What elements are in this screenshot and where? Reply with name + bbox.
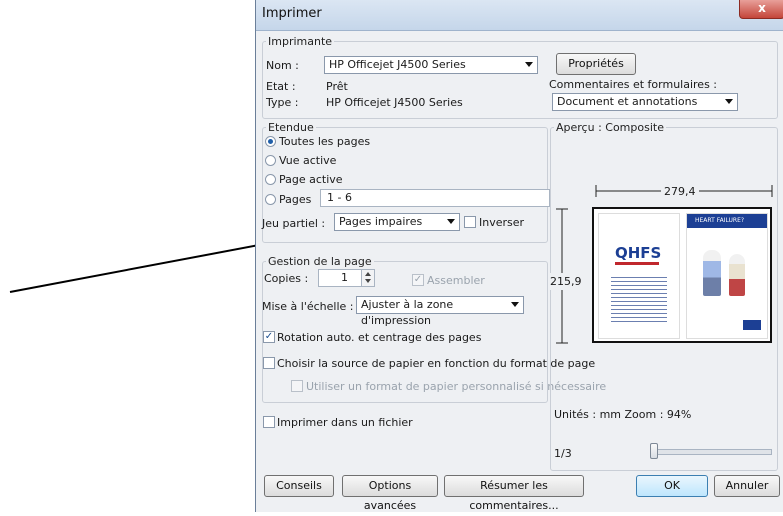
copies-input[interactable]: 1 xyxy=(318,269,362,287)
doc-figure-right xyxy=(729,254,745,296)
preview-label: Aperçu : Composite xyxy=(554,121,666,134)
active-view-label: Vue active xyxy=(279,154,337,167)
pages-radio[interactable] xyxy=(265,194,276,205)
printer-state-value: Prêt xyxy=(326,80,348,93)
advanced-options-button[interactable]: Options avancées xyxy=(342,475,438,512)
scaling-select[interactable]: Ajuster à la zone d'impression xyxy=(356,296,524,327)
printer-type-value: HP Officejet J4500 Series xyxy=(326,96,463,109)
printer-state-label: Etat : xyxy=(266,80,296,93)
reverse-label: Inverser xyxy=(479,216,525,229)
printer-name-value: HP Officejet J4500 Series xyxy=(329,58,466,71)
doc-header-text: HEART FAILURE? xyxy=(695,217,745,224)
printer-name-label: Nom : xyxy=(266,59,299,72)
range-group-label: Etendue xyxy=(266,121,316,134)
doc-left-panel: QHFS xyxy=(598,213,680,339)
page-handling-label: Gestion de la page xyxy=(266,255,374,268)
custom-paper-checkbox[interactable] xyxy=(291,380,303,392)
auto-rotate-label: Rotation auto. et centrage des pages xyxy=(277,331,482,344)
title-bar: Imprimer x xyxy=(256,0,783,31)
choose-source-checkbox[interactable] xyxy=(263,357,275,369)
dialog-body: Imprimante Nom : HP Officejet J4500 Seri… xyxy=(256,31,783,512)
page-slider[interactable] xyxy=(650,449,772,455)
chevron-down-icon xyxy=(511,302,519,307)
page-slider-thumb[interactable] xyxy=(650,443,658,459)
active-page-label: Page active xyxy=(279,173,343,186)
all-pages-label: Toutes les pages xyxy=(279,135,371,148)
dialog-title: Imprimer xyxy=(262,6,322,21)
properties-button[interactable]: Propriétés xyxy=(556,53,636,75)
page-indicator: 1/3 xyxy=(554,447,572,460)
collate-label: Assembler xyxy=(427,274,485,287)
subset-value: Pages impaires xyxy=(339,215,423,228)
copies-label: Copies : xyxy=(264,272,309,285)
collate-checkbox[interactable]: ✓ xyxy=(412,274,424,286)
choose-source-label: Choisir la source de papier en fonction … xyxy=(277,357,596,370)
copies-spinner[interactable] xyxy=(361,269,375,287)
doc-logo: QHFS xyxy=(615,244,662,262)
printer-name-select[interactable]: HP Officejet J4500 Series xyxy=(324,56,538,74)
cancel-button[interactable]: Annuler xyxy=(714,475,780,497)
pages-input[interactable]: 1 - 6 xyxy=(320,189,550,207)
all-pages-radio[interactable] xyxy=(265,136,276,147)
doc-logo-bar xyxy=(615,262,659,265)
doc-right-panel: HEART FAILURE? xyxy=(686,213,768,339)
subset-select[interactable]: Pages impaires xyxy=(334,213,460,231)
ok-button[interactable]: OK xyxy=(636,475,708,497)
print-to-file-checkbox[interactable] xyxy=(263,416,275,428)
width-dimension: 279,4 xyxy=(661,185,699,198)
spin-down-icon xyxy=(365,279,371,283)
pages-label: Pages xyxy=(279,193,312,206)
auto-rotate-checkbox[interactable]: ✓ xyxy=(263,331,275,343)
comments-value: Document et annotations xyxy=(557,95,698,108)
height-dimension: 215,9 xyxy=(550,273,582,290)
active-view-radio[interactable] xyxy=(265,155,276,166)
reverse-checkbox[interactable] xyxy=(464,216,476,228)
tips-button[interactable]: Conseils xyxy=(264,475,334,497)
page-preview: QHFS HEART FAILURE? xyxy=(592,207,772,343)
subset-label: Jeu partiel : xyxy=(262,217,326,230)
chevron-down-icon xyxy=(725,99,733,104)
doc-small-logo xyxy=(743,320,761,330)
print-dialog: Imprimer x Imprimante Nom : HP Officejet… xyxy=(255,0,783,512)
printer-group-label: Imprimante xyxy=(266,35,335,48)
spin-up-icon xyxy=(365,272,371,276)
close-button[interactable]: x xyxy=(739,0,783,19)
active-page-radio[interactable] xyxy=(265,174,276,185)
print-to-file-label: Imprimer dans un fichier xyxy=(277,416,413,429)
doc-text-lines xyxy=(611,274,667,324)
summarize-comments-button[interactable]: Résumer les commentaires... xyxy=(444,475,584,512)
units-zoom: Unités : mm Zoom : 94% xyxy=(554,408,692,421)
chevron-down-icon xyxy=(525,62,533,67)
printer-type-label: Type : xyxy=(266,96,299,109)
comments-select[interactable]: Document et annotations xyxy=(552,93,738,111)
doc-figure-left xyxy=(703,250,721,296)
scaling-label: Mise à l'échelle : xyxy=(262,300,354,313)
chevron-down-icon xyxy=(447,219,455,224)
comments-label: Commentaires et formulaires : xyxy=(549,78,717,91)
